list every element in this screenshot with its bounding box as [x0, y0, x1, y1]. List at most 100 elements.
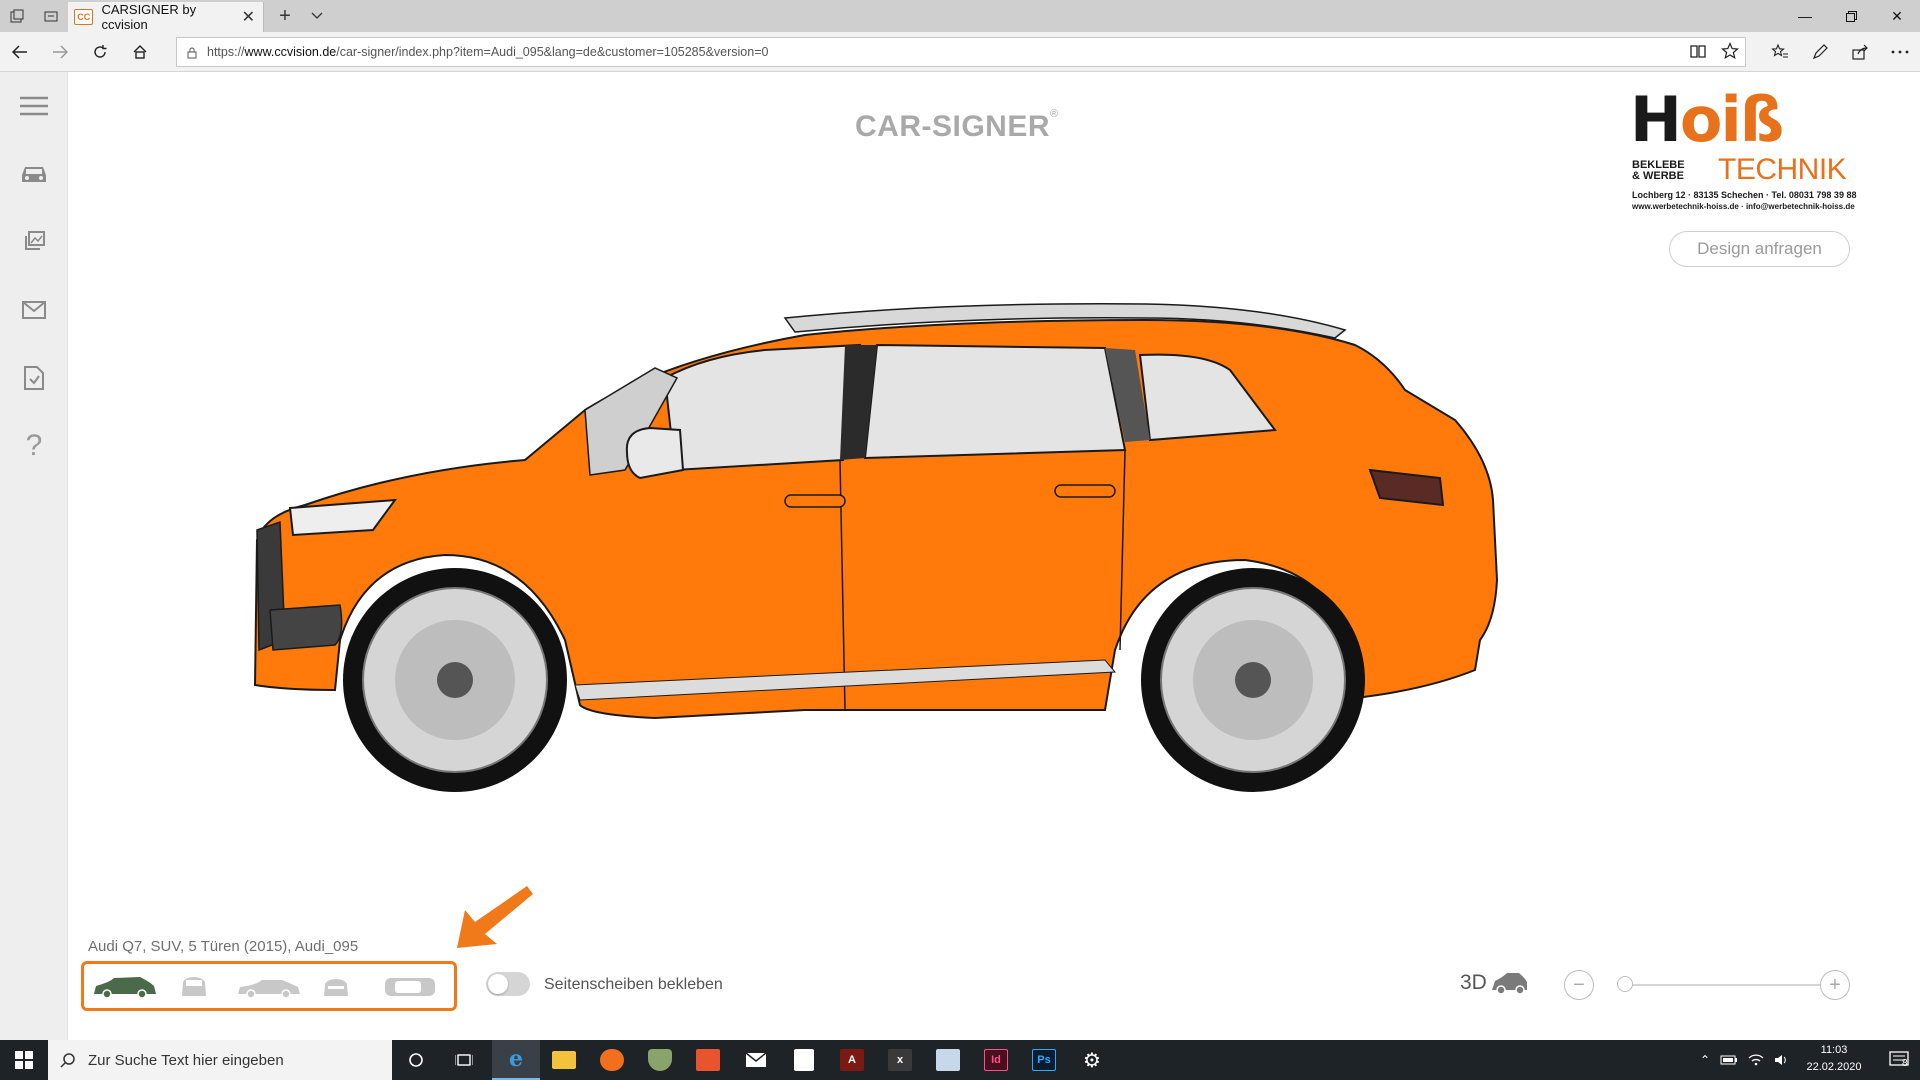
annotation-arrow-icon: [457, 886, 533, 948]
body-type-top-icon[interactable]: [382, 972, 438, 1002]
favorites-list-icon[interactable]: [1760, 32, 1800, 72]
tab-close-icon[interactable]: ✕: [242, 7, 255, 27]
acrobat-icon[interactable]: A: [828, 1040, 876, 1080]
front-wheel: [343, 568, 567, 792]
url-path: /car-signer/index.php?item=Audi_095&lang…: [336, 45, 769, 59]
share-icon[interactable]: [1840, 32, 1880, 72]
cortana-icon[interactable]: [392, 1040, 440, 1080]
notification-count: 8: [1902, 1058, 1908, 1069]
view-3d-button[interactable]: 3D: [1460, 970, 1529, 996]
gallery-icon[interactable]: [10, 218, 58, 266]
tray-chevron-icon[interactable]: ⌃: [1700, 1053, 1710, 1067]
tab-favicon: CC: [74, 9, 94, 25]
clock-time: 11:03: [1820, 1044, 1848, 1056]
car-illustration[interactable]: [245, 290, 1745, 820]
body-type-suv-icon[interactable]: [90, 972, 160, 1002]
back-icon[interactable]: [0, 32, 40, 72]
rear-door-window: [863, 343, 1127, 460]
body-type-sedan-icon[interactable]: [234, 972, 304, 1002]
logo-line2: & WERBE: [1632, 170, 1684, 182]
image-viewer-icon[interactable]: [924, 1040, 972, 1080]
car-3d-icon: [1491, 973, 1527, 995]
taskbar-search-placeholder: Zur Suche Text hier eingeben: [88, 1051, 284, 1069]
body-type-rear-icon[interactable]: [318, 972, 354, 1002]
vehicle-caption: Audi Q7, SUV, 5 Türen (2015), Audi_095: [88, 938, 359, 955]
search-icon: [60, 1053, 75, 1068]
notification-center-icon[interactable]: 8: [1878, 1040, 1920, 1080]
clock-date: 22.02.2020: [1806, 1061, 1862, 1073]
logo-web: www.werbetechnik-hoiss.de · info@werbete…: [1632, 202, 1855, 211]
zoom-in-button[interactable]: +: [1820, 970, 1850, 1000]
side-mirror: [625, 426, 685, 480]
close-window-button[interactable]: ✕: [1874, 0, 1920, 32]
logo-wordmark: Hoiß: [1630, 83, 1784, 156]
app-title: CAR-SIGNER®: [855, 108, 1059, 144]
zoom-slider-handle[interactable]: [1617, 976, 1633, 992]
firefox-icon[interactable]: [588, 1040, 636, 1080]
taskbar-clock[interactable]: 11:03 22.02.2020: [1800, 1042, 1868, 1078]
mail-icon[interactable]: [10, 286, 58, 334]
browser-tab[interactable]: CC CARSIGNER by ccvision ✕: [68, 2, 264, 32]
design-request-button[interactable]: Design anfragen: [1669, 231, 1850, 267]
set-aside-tabs-icon[interactable]: [34, 0, 68, 32]
volume-icon[interactable]: [1774, 1054, 1790, 1066]
fog-light: [269, 604, 343, 651]
car-icon[interactable]: [10, 150, 58, 198]
tab-list-chevron-icon[interactable]: [302, 0, 332, 32]
system-tray: ⌃: [1700, 1040, 1790, 1080]
toggle-knob: [488, 974, 508, 994]
browser-navbar: https://www.ccvision.de/car-signer/index…: [0, 32, 1920, 72]
home-icon[interactable]: [120, 32, 160, 72]
lock-icon: [177, 46, 207, 59]
browser-titlebar: CC CARSIGNER by ccvision ✕ + — ✕: [0, 0, 1920, 32]
indesign-icon[interactable]: Id: [972, 1040, 1020, 1080]
side-windows-toggle-label: Seitenscheiben bekleben: [544, 976, 723, 993]
edge-browser-icon[interactable]: e: [492, 1040, 540, 1080]
app-sidebar: ?: [0, 72, 68, 1040]
logo-technik: TECHNIK: [1718, 153, 1847, 186]
gift-app-icon[interactable]: [684, 1040, 732, 1080]
settings-gear-icon[interactable]: ⚙: [1068, 1040, 1116, 1080]
excel-icon[interactable]: x: [876, 1040, 924, 1080]
door-handle-rear: [1054, 484, 1116, 498]
forward-icon[interactable]: [40, 32, 80, 72]
app-shield-icon[interactable]: [636, 1040, 684, 1080]
tab-actions-icon[interactable]: [0, 0, 34, 32]
menu-icon[interactable]: [10, 82, 58, 130]
minimize-button[interactable]: —: [1782, 0, 1828, 32]
windows-start-icon[interactable]: [0, 1040, 48, 1080]
export-icon[interactable]: [10, 354, 58, 402]
task-view-icon[interactable]: [440, 1040, 488, 1080]
more-icon[interactable]: [1880, 32, 1920, 72]
pen-icon[interactable]: [1800, 32, 1840, 72]
door-handle-front: [784, 494, 846, 508]
reading-view-icon[interactable]: [1689, 42, 1707, 63]
file-explorer-icon[interactable]: [540, 1040, 588, 1080]
zoom-slider-track[interactable]: [1624, 984, 1836, 986]
help-icon[interactable]: ?: [10, 422, 58, 470]
logo-address: Lochberg 12 · 83135 Schechen · Tel. 0803…: [1632, 190, 1857, 200]
photoshop-icon[interactable]: Ps: [1020, 1040, 1068, 1080]
battery-icon[interactable]: [1720, 1055, 1738, 1065]
restore-button[interactable]: [1828, 0, 1874, 32]
side-windows-toggle[interactable]: [486, 972, 530, 996]
favorite-star-icon[interactable]: [1721, 41, 1739, 63]
registered-mark: ®: [1050, 108, 1059, 120]
zoom-out-button[interactable]: −: [1564, 970, 1594, 1000]
refresh-icon[interactable]: [80, 32, 120, 72]
new-tab-button[interactable]: +: [268, 0, 302, 32]
tab-title: CARSIGNER by ccvision: [101, 2, 197, 32]
windows-taskbar: Zur Suche Text hier eingeben e A x Id Ps…: [0, 1040, 1920, 1080]
address-bar[interactable]: https://www.ccvision.de/car-signer/index…: [176, 37, 1746, 67]
company-logo: Hoiß BEKLEBE & WERBE TECHNIK Lochberg 12…: [1630, 83, 1888, 214]
app-title-text: CAR-SIGNER: [855, 110, 1051, 143]
store-icon[interactable]: [780, 1040, 828, 1080]
mail-app-icon[interactable]: [732, 1040, 780, 1080]
rear-wheel: [1141, 568, 1365, 792]
body-type-selector: [81, 961, 457, 1011]
wifi-icon[interactable]: [1748, 1054, 1764, 1066]
body-type-van-front-icon[interactable]: [176, 972, 212, 1002]
url-prefix: https://: [207, 45, 245, 59]
url-host: www.ccvision.de: [244, 45, 337, 59]
taskbar-search-input[interactable]: Zur Suche Text hier eingeben: [48, 1040, 392, 1080]
